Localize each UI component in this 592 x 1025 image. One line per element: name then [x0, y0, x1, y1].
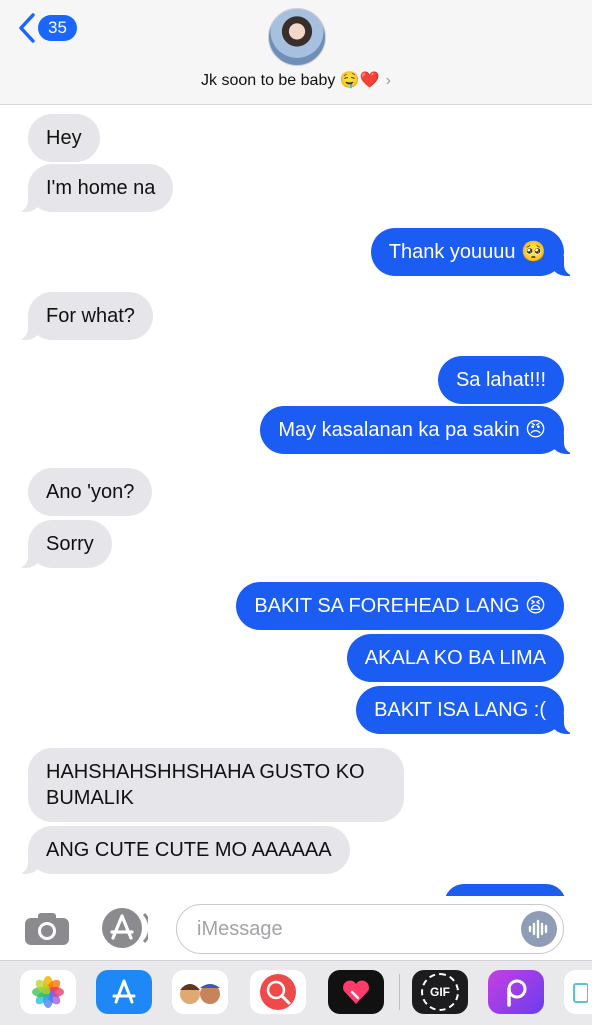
message-bubble-received[interactable]: Sorry — [14, 520, 112, 568]
notes-icon — [573, 983, 588, 1003]
web-images-icon — [260, 974, 296, 1010]
web-images-app-button[interactable] — [250, 970, 306, 1014]
back-button[interactable]: 35 — [18, 12, 77, 44]
app-store-button[interactable] — [100, 906, 152, 950]
drawer-divider — [399, 974, 400, 1010]
message-thread[interactable]: Hey I'm home na Thank youuuu 🥺 For what?… — [0, 104, 592, 896]
camera-button[interactable] — [24, 912, 70, 946]
picsart-icon — [507, 979, 527, 1007]
chevron-left-icon — [19, 13, 35, 43]
imessage-placeholder: iMessage — [197, 918, 283, 940]
digital-touch-icon — [343, 980, 369, 1004]
message-bubble-received[interactable]: Hey — [28, 114, 100, 162]
message-bubble-sent[interactable]: BAKIT SA FOREHEAD LANG 😫 — [236, 582, 564, 630]
gif-label: GIF — [430, 985, 450, 999]
message-bubble-received[interactable]: Ano 'yon? — [28, 468, 153, 516]
chevron-right-icon: › — [385, 72, 391, 89]
conversation-header: 35 Jk soon to be baby 🤤❤️ › — [0, 0, 592, 105]
message-bubble-sent[interactable]: AKALA KO BA LIMA — [346, 634, 564, 682]
audio-message-button[interactable] — [521, 911, 557, 947]
contact-avatar[interactable] — [268, 8, 326, 66]
contact-name-label: Jk soon to be baby 🤤❤️ — [201, 72, 380, 89]
message-bubble-sent[interactable]: BAKIT ISA LANG :( — [356, 686, 578, 734]
gif-icon: GIF — [421, 973, 459, 1011]
app-store-icon — [112, 979, 136, 1004]
photos-icon — [32, 976, 64, 1008]
contact-name[interactable]: Jk soon to be baby 🤤❤️ › — [0, 70, 592, 90]
waveform-icon — [528, 919, 548, 939]
message-bubble-received[interactable]: I'm home na — [13, 164, 174, 212]
memoji-icon — [180, 984, 220, 1004]
message-bubble-sent[interactable]: May kasalanan ka pa sakin 😠 — [260, 406, 578, 454]
message-bubble-received[interactable]: HAHSHAHSHHSHAHA GUSTO KO BUMALIK — [28, 748, 404, 822]
imessage-input[interactable]: iMessage — [176, 904, 564, 954]
memoji-app-button[interactable] — [172, 970, 228, 1014]
gif-app-button[interactable]: GIF — [412, 970, 468, 1014]
notes-app-button[interactable] — [564, 970, 592, 1014]
message-bubble-sent[interactable]: Thank youuuu 🥺 — [370, 228, 579, 276]
app-store-app-button[interactable] — [96, 970, 152, 1014]
photos-app-button[interactable] — [20, 970, 76, 1014]
app-store-icon — [102, 908, 152, 948]
picsart-app-button[interactable] — [488, 970, 544, 1014]
message-bubble-sent[interactable]: Sa lahat!!! — [437, 356, 564, 404]
digital-touch-app-button[interactable] — [328, 970, 384, 1014]
message-bubble-received[interactable]: ANG CUTE CUTE MO AAAAAA — [14, 826, 350, 874]
camera-icon — [25, 913, 69, 945]
unread-count-badge: 35 — [38, 15, 77, 41]
message-bubble-received[interactable]: For what? — [14, 292, 153, 340]
